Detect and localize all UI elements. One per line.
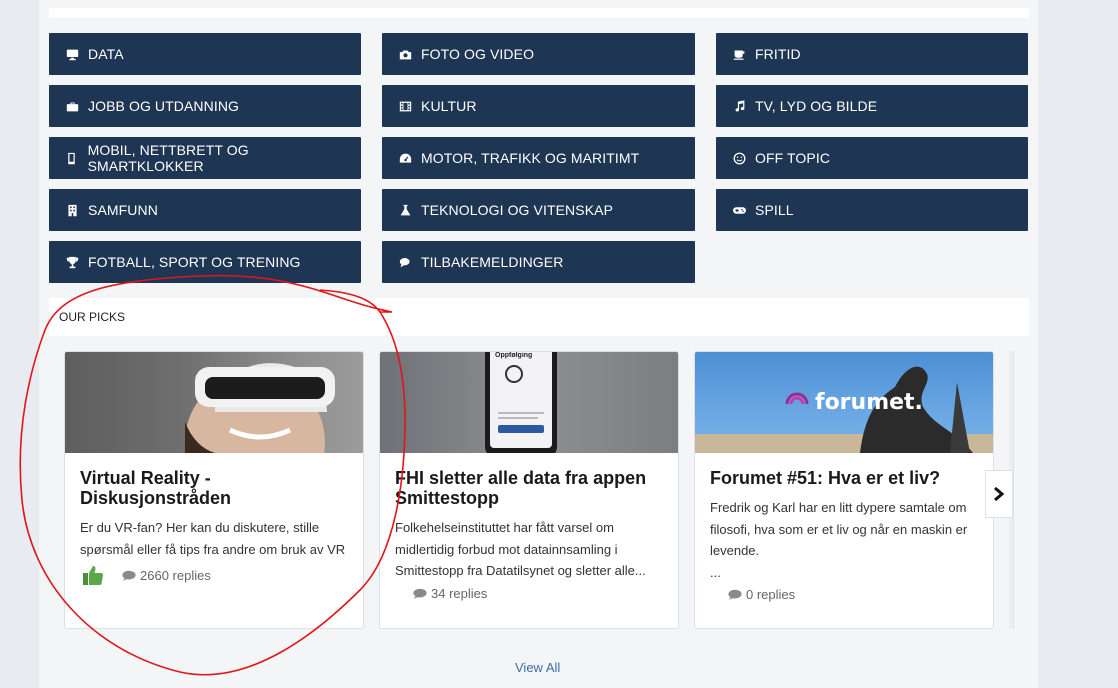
- category-data[interactable]: DATA: [49, 33, 361, 75]
- category-samfunn[interactable]: SAMFUNN: [49, 189, 361, 231]
- dashboard-icon: [398, 151, 412, 165]
- category-label: FOTBALL, SPORT OG TRENING: [88, 254, 301, 270]
- card-description: Er du VR-fan? Her kan du diskutere, stil…: [80, 520, 346, 557]
- our-picks-heading: OUR PICKS: [49, 298, 1029, 336]
- flask-icon: [398, 203, 412, 217]
- building-icon: [65, 203, 79, 217]
- category-label: KULTUR: [421, 98, 477, 114]
- card-description: Fredrik og Karl har en litt dypere samta…: [695, 488, 993, 583]
- card-title[interactable]: Forumet #51: Hva er et liv?: [695, 453, 993, 488]
- category-motor[interactable]: MOTOR, TRAFIKK OG MARITIMT: [382, 137, 695, 179]
- our-picks-label: OUR PICKS: [59, 310, 126, 324]
- category-fotball[interactable]: FOTBALL, SPORT OG TRENING: [49, 241, 361, 283]
- category-label: TEKNOLOGI OG VITENSKAP: [421, 202, 614, 218]
- comments-icon: [398, 255, 412, 269]
- category-label: MOBIL, NETTBRETT OG SMARTKLOKKER: [87, 142, 249, 174]
- film-icon: [398, 99, 412, 113]
- card-meta: 0 replies: [728, 587, 795, 602]
- pick-card-forumet[interactable]: forumet. Forumet #51: Hva er et liv? Fre…: [694, 351, 994, 629]
- category-fritid[interactable]: FRITID: [716, 33, 1028, 75]
- view-all-link[interactable]: View All: [515, 660, 560, 675]
- pick-card-vr[interactable]: Virtual Reality - Diskusjonstråden Er du…: [64, 351, 364, 629]
- top-strip: [49, 8, 1029, 18]
- category-label: MOTOR, TRAFIKK OG MARITIMT: [421, 150, 640, 166]
- category-teknologi[interactable]: TEKNOLOGI OG VITENSKAP: [382, 189, 695, 231]
- coffee-icon: [732, 47, 746, 61]
- card-title[interactable]: Virtual Reality - Diskusjonstråden: [65, 453, 363, 508]
- category-mobil[interactable]: MOBIL, NETTBRETT OG SMARTKLOKKER: [49, 137, 361, 179]
- category-label: TILBAKEMELDINGER: [421, 254, 564, 270]
- category-kultur[interactable]: KULTUR: [382, 85, 695, 127]
- card-meta: 34 replies: [413, 586, 487, 601]
- card-title[interactable]: FHI sletter alle data fra appen Smittest…: [380, 453, 678, 508]
- category-tilbakemeldinger[interactable]: TILBAKEMELDINGER: [382, 241, 695, 283]
- category-off-topic[interactable]: OFF TOPIC: [716, 137, 1028, 179]
- category-label: OFF TOPIC: [755, 150, 831, 166]
- card-description-text: Fredrik og Karl har en litt dypere samta…: [710, 500, 968, 558]
- card-image-forumet[interactable]: forumet.: [695, 352, 993, 453]
- camera-icon: [398, 47, 412, 61]
- card-replies[interactable]: 34 replies: [431, 586, 487, 601]
- comment-icon: [413, 588, 427, 599]
- chevron-right-icon: [994, 486, 1005, 502]
- forumet-logo: forumet.: [815, 390, 923, 415]
- category-spill[interactable]: SPILL: [716, 189, 1028, 231]
- card-description: Folkehelseinstituttet har fått varsel om…: [395, 520, 646, 578]
- comment-icon: [728, 589, 742, 600]
- card-description-ellipsis: ...: [710, 564, 721, 580]
- thumbs-up-icon: [82, 564, 104, 586]
- smile-icon: [732, 151, 746, 165]
- monitor-icon: [65, 47, 79, 61]
- card-meta: 2660 replies: [80, 564, 211, 586]
- phone-screen-text: Oppfølging: [495, 352, 533, 359]
- category-tv-lyd-og-bilde[interactable]: TV, LYD OG BILDE: [716, 85, 1028, 127]
- comment-icon: [122, 570, 136, 581]
- category-jobb-og-utdanning[interactable]: JOBB OG UTDANNING: [49, 85, 361, 127]
- card-replies[interactable]: 2660 replies: [140, 568, 211, 583]
- category-label: JOBB OG UTDANNING: [88, 98, 240, 114]
- category-label: FOTO OG VIDEO: [421, 46, 535, 62]
- category-label: SAMFUNN: [88, 202, 158, 218]
- card-image-vr[interactable]: [65, 352, 363, 453]
- category-label: FRITID: [755, 46, 801, 62]
- category-label: DATA: [88, 46, 124, 62]
- card-replies[interactable]: 0 replies: [746, 587, 795, 602]
- music-icon: [732, 99, 746, 113]
- card-image-fhi[interactable]: Oppfølging: [380, 352, 678, 453]
- category-foto-og-video[interactable]: FOTO OG VIDEO: [382, 33, 695, 75]
- briefcase-icon: [65, 99, 79, 113]
- category-label: TV, LYD OG BILDE: [755, 98, 878, 114]
- mobile-icon: [65, 151, 79, 165]
- category-label: SPILL: [755, 202, 794, 218]
- carousel-next-button[interactable]: [985, 470, 1013, 518]
- gamepad-icon: [732, 203, 746, 217]
- pick-card-fhi[interactable]: Oppfølging FHI sletter alle data fra app…: [379, 351, 679, 629]
- trophy-icon: [65, 255, 79, 269]
